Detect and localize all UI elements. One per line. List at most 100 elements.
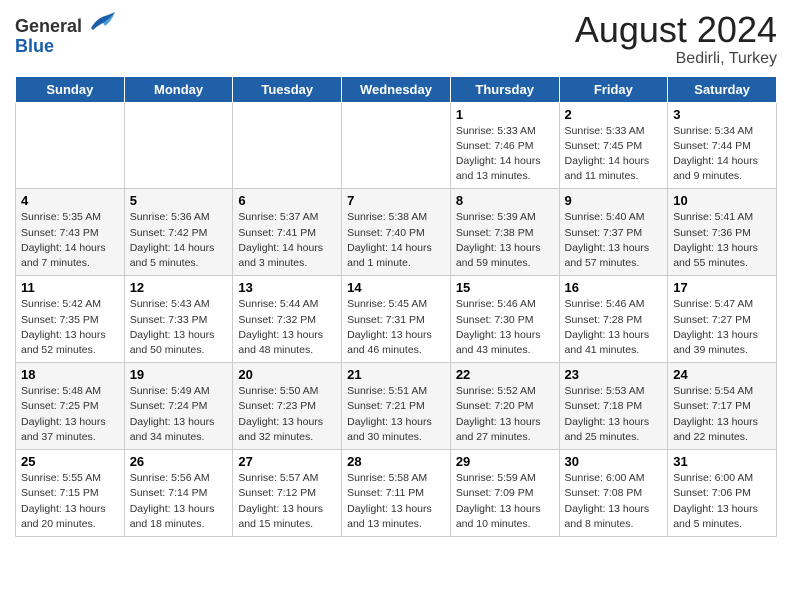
- day-info: Sunrise: 5:40 AM Sunset: 7:37 PM Dayligh…: [565, 211, 650, 269]
- day-info: Sunrise: 5:39 AM Sunset: 7:38 PM Dayligh…: [456, 211, 541, 269]
- day-info: Sunrise: 5:57 AM Sunset: 7:12 PM Dayligh…: [238, 472, 323, 530]
- weekday-header: Monday: [124, 76, 233, 102]
- calendar-cell: 29Sunrise: 5:59 AM Sunset: 7:09 PM Dayli…: [450, 450, 559, 537]
- day-number: 20: [238, 367, 336, 382]
- calendar-cell: 5 Sunrise: 5:36 AM Sunset: 7:42 PM Daylig…: [124, 189, 233, 276]
- day-number: 31: [673, 454, 771, 469]
- logo-general-text: General: [15, 16, 82, 36]
- day-info: Sunrise: 5:42 AM Sunset: 7:35 PM Dayligh…: [21, 298, 106, 356]
- weekday-header: Thursday: [450, 76, 559, 102]
- day-info: Sunrise: 6:00 AM Sunset: 7:08 PM Dayligh…: [565, 472, 650, 530]
- day-info: Sunrise: 5:37 AM Sunset: 7:41 PM Dayligh…: [238, 211, 323, 269]
- day-info: Sunrise: 5:46 AM Sunset: 7:28 PM Dayligh…: [565, 298, 650, 356]
- day-info: Sunrise: 5:58 AM Sunset: 7:11 PM Dayligh…: [347, 472, 432, 530]
- calendar-week-row: 11 Sunrise: 5:42 AM Sunset: 7:35 PM Dayli…: [16, 276, 777, 363]
- day-number: 16: [565, 280, 663, 295]
- day-number: 24: [673, 367, 771, 382]
- calendar-cell: 16 Sunrise: 5:46 AM Sunset: 7:28 PM Dayli…: [559, 276, 668, 363]
- calendar-cell: 26 Sunrise: 5:56 AM Sunset: 7:14 PM Dayli…: [124, 450, 233, 537]
- month-title-block: August 2024 Bedirli, Turkey: [575, 10, 777, 68]
- day-number: 6: [238, 193, 336, 208]
- calendar-cell: [124, 102, 233, 189]
- calendar-cell: 31Sunrise: 6:00 AM Sunset: 7:06 PM Dayli…: [668, 450, 777, 537]
- calendar-cell: [233, 102, 342, 189]
- weekday-header: Saturday: [668, 76, 777, 102]
- day-info: Sunrise: 5:36 AM Sunset: 7:42 PM Dayligh…: [130, 211, 215, 269]
- calendar-cell: 18 Sunrise: 5:48 AM Sunset: 7:25 PM Dayli…: [16, 363, 125, 450]
- calendar-cell: 8 Sunrise: 5:39 AM Sunset: 7:38 PM Daylig…: [450, 189, 559, 276]
- day-info: Sunrise: 5:47 AM Sunset: 7:27 PM Dayligh…: [673, 298, 758, 356]
- day-info: Sunrise: 5:43 AM Sunset: 7:33 PM Dayligh…: [130, 298, 215, 356]
- calendar-cell: 15 Sunrise: 5:46 AM Sunset: 7:30 PM Dayli…: [450, 276, 559, 363]
- calendar-cell: 12 Sunrise: 5:43 AM Sunset: 7:33 PM Dayli…: [124, 276, 233, 363]
- calendar-cell: [16, 102, 125, 189]
- day-number: 25: [21, 454, 119, 469]
- day-info: Sunrise: 5:44 AM Sunset: 7:32 PM Dayligh…: [238, 298, 323, 356]
- calendar-header: SundayMondayTuesdayWednesdayThursdayFrid…: [16, 76, 777, 102]
- day-number: 15: [456, 280, 554, 295]
- day-info: Sunrise: 5:50 AM Sunset: 7:23 PM Dayligh…: [238, 385, 323, 443]
- calendar-cell: 1Sunrise: 5:33 AM Sunset: 7:46 PM Daylig…: [450, 102, 559, 189]
- location-title: Bedirli, Turkey: [575, 50, 777, 68]
- day-number: 18: [21, 367, 119, 382]
- logo-bird-icon: [89, 10, 117, 32]
- day-number: 1: [456, 107, 554, 122]
- day-info: Sunrise: 5:33 AM Sunset: 7:45 PM Dayligh…: [565, 125, 650, 183]
- day-number: 5: [130, 193, 228, 208]
- calendar-cell: 24 Sunrise: 5:54 AM Sunset: 7:17 PM Dayli…: [668, 363, 777, 450]
- calendar-table: SundayMondayTuesdayWednesdayThursdayFrid…: [15, 76, 777, 537]
- calendar-cell: 19 Sunrise: 5:49 AM Sunset: 7:24 PM Dayli…: [124, 363, 233, 450]
- calendar-cell: 20 Sunrise: 5:50 AM Sunset: 7:23 PM Dayli…: [233, 363, 342, 450]
- day-number: 13: [238, 280, 336, 295]
- calendar-cell: 28Sunrise: 5:58 AM Sunset: 7:11 PM Dayli…: [342, 450, 451, 537]
- calendar-body: 1Sunrise: 5:33 AM Sunset: 7:46 PM Daylig…: [16, 102, 777, 536]
- calendar-cell: 22Sunrise: 5:52 AM Sunset: 7:20 PM Dayli…: [450, 363, 559, 450]
- calendar-week-row: 25 Sunrise: 5:55 AM Sunset: 7:15 PM Dayli…: [16, 450, 777, 537]
- page-header: General Blue August 2024 Bedirli, Turkey: [15, 10, 777, 68]
- day-number: 22: [456, 367, 554, 382]
- calendar-cell: 10 Sunrise: 5:41 AM Sunset: 7:36 PM Dayli…: [668, 189, 777, 276]
- day-info: Sunrise: 5:41 AM Sunset: 7:36 PM Dayligh…: [673, 211, 758, 269]
- day-info: Sunrise: 5:54 AM Sunset: 7:17 PM Dayligh…: [673, 385, 758, 443]
- calendar-cell: 25 Sunrise: 5:55 AM Sunset: 7:15 PM Dayli…: [16, 450, 125, 537]
- day-number: 30: [565, 454, 663, 469]
- day-number: 8: [456, 193, 554, 208]
- day-info: Sunrise: 5:55 AM Sunset: 7:15 PM Dayligh…: [21, 472, 106, 530]
- calendar-cell: 4Sunrise: 5:35 AM Sunset: 7:43 PM Daylig…: [16, 189, 125, 276]
- day-info: Sunrise: 5:38 AM Sunset: 7:40 PM Dayligh…: [347, 211, 432, 269]
- day-info: Sunrise: 5:35 AM Sunset: 7:43 PM Dayligh…: [21, 211, 106, 269]
- calendar-cell: 6 Sunrise: 5:37 AM Sunset: 7:41 PM Daylig…: [233, 189, 342, 276]
- logo-blue-text: Blue: [15, 36, 54, 56]
- day-number: 17: [673, 280, 771, 295]
- calendar-cell: 9 Sunrise: 5:40 AM Sunset: 7:37 PM Daylig…: [559, 189, 668, 276]
- calendar-week-row: 1Sunrise: 5:33 AM Sunset: 7:46 PM Daylig…: [16, 102, 777, 189]
- calendar-cell: 3Sunrise: 5:34 AM Sunset: 7:44 PM Daylig…: [668, 102, 777, 189]
- calendar-cell: 17 Sunrise: 5:47 AM Sunset: 7:27 PM Dayli…: [668, 276, 777, 363]
- day-number: 21: [347, 367, 445, 382]
- day-info: Sunrise: 5:51 AM Sunset: 7:21 PM Dayligh…: [347, 385, 432, 443]
- day-number: 10: [673, 193, 771, 208]
- day-number: 12: [130, 280, 228, 295]
- day-info: Sunrise: 5:46 AM Sunset: 7:30 PM Dayligh…: [456, 298, 541, 356]
- calendar-cell: 2 Sunrise: 5:33 AM Sunset: 7:45 PM Daylig…: [559, 102, 668, 189]
- calendar-cell: 30 Sunrise: 6:00 AM Sunset: 7:08 PM Dayli…: [559, 450, 668, 537]
- calendar-cell: 14Sunrise: 5:45 AM Sunset: 7:31 PM Dayli…: [342, 276, 451, 363]
- calendar-week-row: 4Sunrise: 5:35 AM Sunset: 7:43 PM Daylig…: [16, 189, 777, 276]
- calendar-week-row: 18 Sunrise: 5:48 AM Sunset: 7:25 PM Dayli…: [16, 363, 777, 450]
- calendar-cell: 23Sunrise: 5:53 AM Sunset: 7:18 PM Dayli…: [559, 363, 668, 450]
- day-info: Sunrise: 5:49 AM Sunset: 7:24 PM Dayligh…: [130, 385, 215, 443]
- day-number: 7: [347, 193, 445, 208]
- day-number: 11: [21, 280, 119, 295]
- day-number: 19: [130, 367, 228, 382]
- day-number: 26: [130, 454, 228, 469]
- day-info: Sunrise: 5:56 AM Sunset: 7:14 PM Dayligh…: [130, 472, 215, 530]
- day-info: Sunrise: 5:53 AM Sunset: 7:18 PM Dayligh…: [565, 385, 650, 443]
- day-info: Sunrise: 5:48 AM Sunset: 7:25 PM Dayligh…: [21, 385, 106, 443]
- calendar-cell: 13 Sunrise: 5:44 AM Sunset: 7:32 PM Dayli…: [233, 276, 342, 363]
- day-number: 9: [565, 193, 663, 208]
- weekday-header: Wednesday: [342, 76, 451, 102]
- day-number: 29: [456, 454, 554, 469]
- weekday-header: Friday: [559, 76, 668, 102]
- calendar-cell: 21 Sunrise: 5:51 AM Sunset: 7:21 PM Dayli…: [342, 363, 451, 450]
- day-number: 2: [565, 107, 663, 122]
